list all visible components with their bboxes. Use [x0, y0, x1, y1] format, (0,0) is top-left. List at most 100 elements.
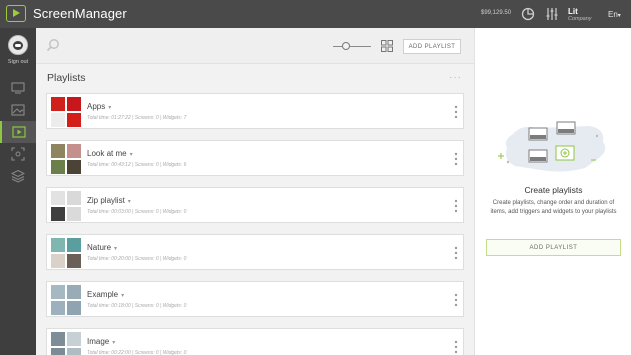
sidebar: Sign out: [0, 28, 36, 355]
playlist-thumbnails: [51, 144, 81, 174]
user-menu[interactable]: Lit Company: [568, 7, 592, 22]
playlist-name-label: Apps: [87, 102, 106, 111]
search-icon[interactable]: [46, 38, 60, 52]
playlist-name-label: Nature: [87, 243, 112, 252]
thumbnail: [67, 332, 81, 346]
playlist-card[interactable]: Zip playlist ▾ Total time: 00:03:00 | Scre…: [46, 187, 464, 223]
thumbnail: [51, 160, 65, 174]
playlist-meta: Total time: 00:43:12 | Screens: 0 | Widg…: [87, 162, 187, 168]
playlist-name-label: Zip playlist: [87, 196, 125, 205]
sidebar-item-media[interactable]: [0, 99, 36, 121]
monitor-icon: [11, 82, 25, 94]
thumbnail: [51, 301, 65, 315]
thumbnail: [67, 160, 81, 174]
chevron-down-icon: ▾: [617, 13, 621, 19]
create-playlists-illustration: [498, 121, 606, 172]
thumbnail: [51, 348, 65, 355]
chevron-down-icon: ▾: [112, 340, 116, 346]
page-title: Playlists: [47, 72, 86, 84]
playlist-meta: Total time: 00:22:00 | Screens: 0 | Widg…: [87, 350, 187, 355]
toolbar: ADD PLAYLIST: [36, 28, 474, 64]
thumbnail: [51, 332, 65, 346]
slider-thumb[interactable]: [342, 42, 350, 50]
thumbnail: [51, 238, 65, 252]
playlist-name[interactable]: Image ▾: [87, 337, 115, 346]
playlist-name-label: Image: [87, 337, 110, 346]
thumbnail: [51, 191, 65, 205]
chevron-down-icon: ▾: [108, 105, 112, 111]
playlist-card[interactable]: Image ▾ Total time: 00:22:00 | Screens: 0 …: [46, 328, 464, 355]
layers-icon: [11, 169, 25, 183]
user-role: Company: [568, 16, 592, 22]
sidebar-item-layers[interactable]: [0, 165, 36, 187]
language-label: En: [608, 10, 618, 19]
scan-frame-icon: [11, 147, 25, 161]
playlist-thumbnails: [51, 285, 81, 315]
add-playlist-button[interactable]: ADD PLAYLIST: [403, 39, 461, 54]
thumbnail-size-slider[interactable]: [333, 42, 371, 50]
playlist-meta: Total time: 00:18:00 | Screens: 0 | Widg…: [87, 303, 187, 309]
playlist-meta: Total time: 00:03:00 | Screens: 0 | Widg…: [87, 209, 187, 215]
language-selector[interactable]: En▾: [608, 10, 621, 19]
sign-out-link[interactable]: Sign out: [0, 59, 36, 65]
chevron-down-icon: ▾: [129, 152, 133, 158]
playlist-name[interactable]: Apps ▾: [87, 102, 111, 111]
playlist-name[interactable]: Zip playlist ▾: [87, 196, 131, 205]
thumbnail: [67, 348, 81, 355]
kebab-menu-icon[interactable]: [453, 198, 459, 214]
playlist-card[interactable]: Nature ▾ Total time: 00:20:00 | Screens: 0…: [46, 234, 464, 270]
playlist-card[interactable]: Look at me ▾ Total time: 00:43:12 | Screen…: [46, 140, 464, 176]
thumbnail: [51, 254, 65, 268]
avatar-face-icon: [13, 41, 23, 50]
create-playlist-panel: Create playlists Create playlists, chang…: [474, 28, 631, 355]
thumbnail: [51, 97, 65, 111]
thumbnail: [51, 113, 65, 127]
stats-icon[interactable]: [521, 7, 535, 21]
logo-play-icon: [6, 5, 26, 22]
playlist-card[interactable]: Apps ▾ Total time: 01:27:22 | Screens: 0 |…: [46, 93, 464, 129]
thumbnail: [51, 144, 65, 158]
avatar[interactable]: [8, 35, 28, 55]
account-balance: $99,129.50: [481, 10, 512, 16]
main-content: ADD PLAYLIST Playlists ··· Apps ▾ Total ti…: [36, 28, 474, 355]
user-name: Lit: [568, 7, 578, 16]
panel-title: Create playlists: [524, 185, 583, 195]
thumbnail: [67, 97, 81, 111]
grid-view-icon[interactable]: [381, 40, 393, 52]
sidebar-item-playlists[interactable]: [0, 121, 36, 143]
top-bar: ScreenManager $99,129.50 Lit Company En▾: [0, 0, 631, 28]
playlist-meta: Total time: 01:27:22 | Screens: 0 | Widg…: [87, 115, 187, 121]
kebab-menu-icon[interactable]: [453, 104, 459, 120]
playlist-meta: Total time: 00:20:00 | Screens: 0 | Widg…: [87, 256, 187, 262]
kebab-menu-icon[interactable]: [453, 245, 459, 261]
thumbnail: [67, 254, 81, 268]
app-logo[interactable]: ScreenManager: [6, 5, 127, 22]
thumbnail: [67, 207, 81, 221]
playlist-name[interactable]: Look at me ▾: [87, 149, 133, 158]
more-options-button[interactable]: ···: [449, 72, 462, 83]
slider-track: [333, 45, 371, 47]
kebab-menu-icon[interactable]: [453, 151, 459, 167]
playlist-name[interactable]: Example ▾: [87, 290, 124, 299]
playlist-name-label: Example: [87, 290, 119, 299]
app-name: ScreenManager: [33, 6, 127, 21]
image-gallery-icon: [11, 104, 25, 116]
playlist-thumbnails: [51, 191, 81, 221]
thumbnail: [67, 238, 81, 252]
kebab-menu-icon[interactable]: [453, 339, 459, 355]
chevron-down-icon: ▾: [114, 246, 118, 252]
panel-add-playlist-button[interactable]: ADD PLAYLIST: [486, 239, 621, 256]
settings-sliders-icon[interactable]: [545, 7, 559, 21]
playlist-thumbnails: [51, 332, 81, 355]
thumbnail: [67, 113, 81, 127]
playlist-thumbnails: [51, 238, 81, 268]
sidebar-item-screens[interactable]: [0, 77, 36, 99]
thumbnail: [67, 144, 81, 158]
kebab-menu-icon[interactable]: [453, 292, 459, 308]
chevron-down-icon: ▾: [127, 199, 131, 205]
playlist-card[interactable]: Example ▾ Total time: 00:18:00 | Screens: …: [46, 281, 464, 317]
playlist-name[interactable]: Nature ▾: [87, 243, 117, 252]
sidebar-item-widgets[interactable]: [0, 143, 36, 165]
playlist-thumbnails: [51, 97, 81, 127]
thumbnail: [51, 285, 65, 299]
